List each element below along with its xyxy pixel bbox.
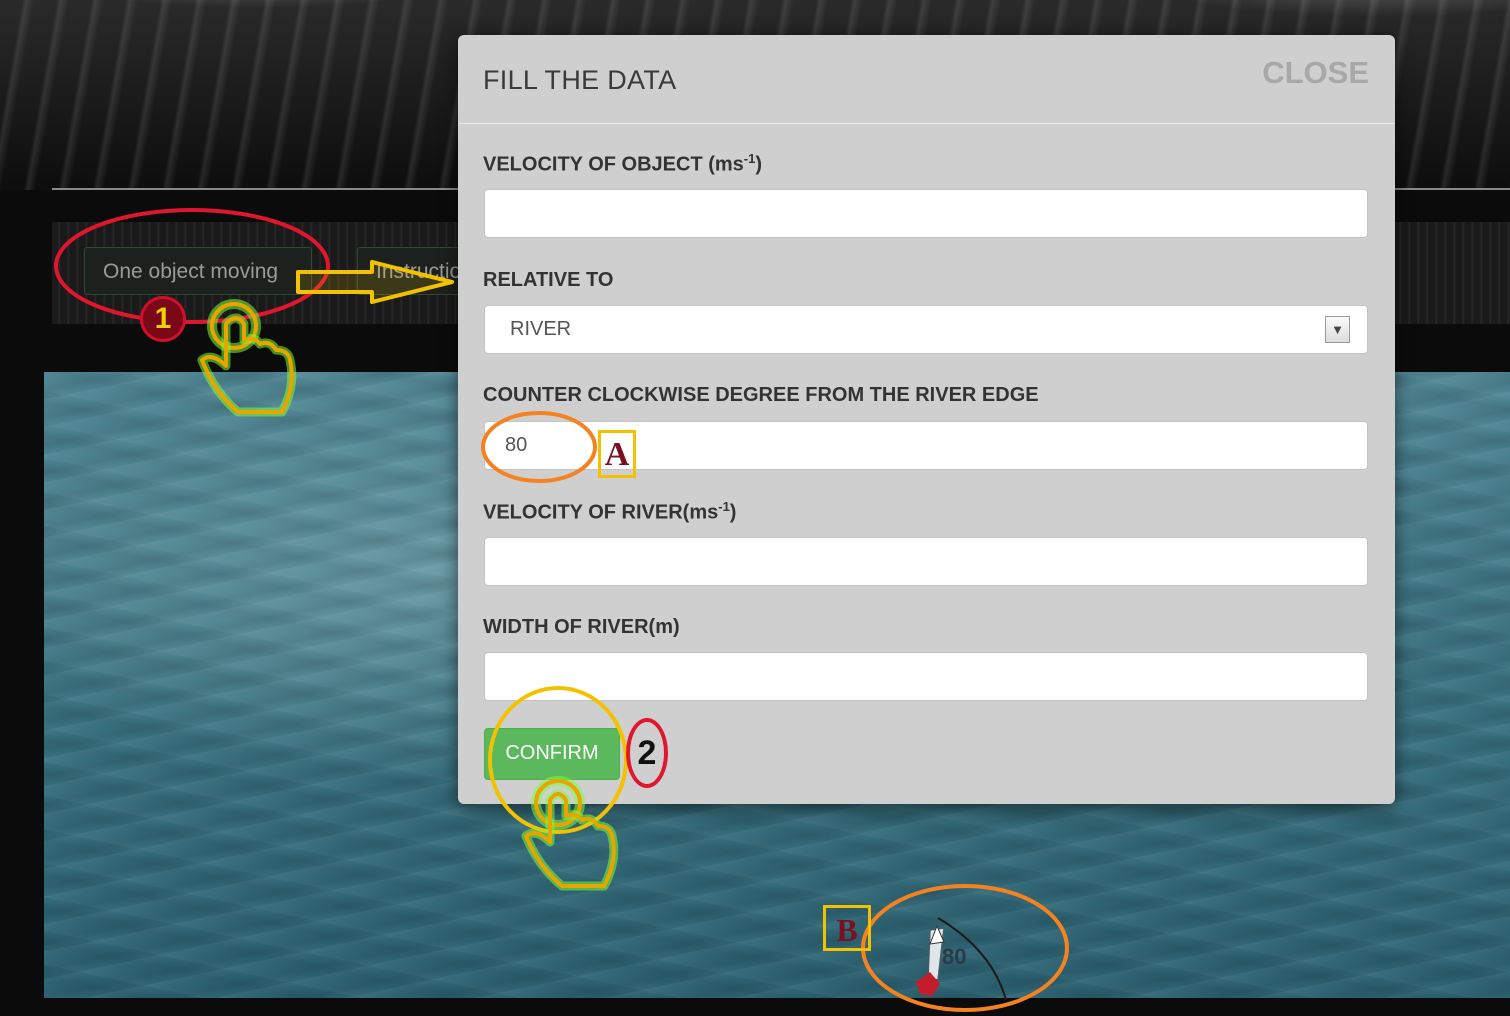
close-button[interactable]: CLOSE <box>1262 55 1369 91</box>
instructions-button[interactable]: Instructio <box>357 247 467 295</box>
modal-divider <box>458 123 1395 124</box>
relative-to-value: RIVER <box>510 318 572 340</box>
step-2-badge: 2 <box>626 718 668 788</box>
relative-to-select[interactable]: RIVER ▼ <box>484 305 1368 354</box>
velocity-object-input[interactable] <box>484 189 1368 238</box>
step-1-badge: 1 <box>140 296 186 342</box>
fill-data-modal: FILL THE DATA CLOSE VELOCITY OF OBJECT (… <box>458 35 1395 804</box>
page-bottom <box>0 998 1510 1016</box>
velocity-river-input[interactable] <box>484 537 1368 586</box>
confirm-button[interactable]: CONFIRM <box>484 728 620 780</box>
width-river-label: WIDTH OF RIVER(m) <box>483 616 680 638</box>
boat-angle-label: 80 <box>942 944 967 969</box>
width-river-input[interactable] <box>484 652 1368 701</box>
velocity-river-label: VELOCITY OF RIVER(ms-1) <box>483 499 737 524</box>
tag-a-label: A <box>598 430 636 478</box>
one-object-moving-button[interactable]: One object moving <box>84 247 312 295</box>
relative-to-label: RELATIVE TO <box>483 269 614 291</box>
tag-b-label: B <box>823 905 871 951</box>
chevron-down-icon[interactable]: ▼ <box>1325 316 1350 343</box>
degree-label: COUNTER CLOCKWISE DEGREE FROM THE RIVER … <box>483 384 1039 406</box>
velocity-object-label: VELOCITY OF OBJECT (ms-1) <box>483 151 763 176</box>
modal-title: FILL THE DATA <box>483 65 677 95</box>
